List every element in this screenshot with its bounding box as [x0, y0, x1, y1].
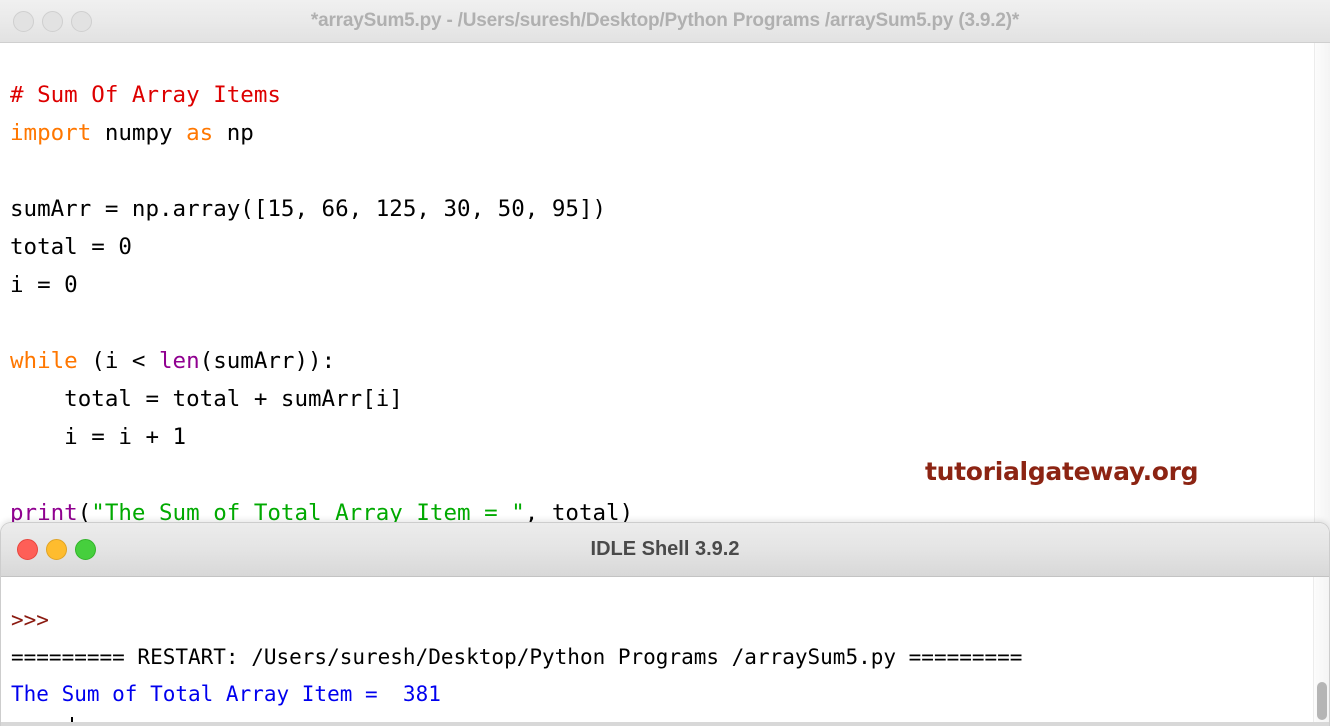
shell-bottom-strip	[1, 722, 1329, 726]
watermark-text: tutorialgateway.org	[925, 457, 1199, 486]
code-line: import numpy as np	[10, 114, 633, 152]
code-token-plain: (sumArr)):	[199, 347, 336, 374]
code-token-plain: total = 0	[10, 233, 132, 260]
code-token-plain: np	[213, 119, 254, 146]
shell-transcript[interactable]: >>> ========= RESTART: /Users/suresh/Des…	[11, 602, 1022, 726]
shell-token-prompt: >>>	[11, 608, 62, 632]
editor-code-area[interactable]: # Sum Of Array Items import numpy as np su…	[0, 43, 1330, 530]
code-line: total = total + sumArr[i]	[10, 380, 633, 418]
code-line: total = 0	[10, 228, 633, 266]
code-token-plain: sumArr = np.array([15, 66, 125, 30, 50, …	[10, 195, 607, 222]
idle-application: *arraySum5.py - /Users/suresh/Desktop/Py…	[0, 0, 1330, 726]
code-line: # Sum Of Array Items	[10, 76, 633, 114]
shell-window-title: IDLE Shell 3.9.2	[590, 538, 740, 560]
code-token-plain: i = 0	[10, 271, 78, 298]
shell-output-area[interactable]: >>> ========= RESTART: /Users/suresh/Des…	[1, 577, 1329, 726]
code-token-plain: (i <	[77, 347, 160, 374]
shell-token-restart: ========= RESTART: /Users/suresh/Desktop…	[11, 645, 1023, 669]
shell-vertical-scrollbar[interactable]	[1313, 577, 1329, 726]
code-token-plain: total = total + sumArr[i]	[10, 385, 403, 412]
editor-vertical-scrollbar[interactable]	[1314, 43, 1330, 530]
code-line: i = i + 1	[10, 418, 633, 456]
shell-line: The Sum of Total Array Item = 381	[11, 676, 1022, 713]
code-token-comment: # Sum Of Array Items	[10, 81, 281, 108]
code-line: i = 0	[10, 266, 633, 304]
editor-window: *arraySum5.py - /Users/suresh/Desktop/Py…	[0, 0, 1330, 530]
code-token-kw: as	[186, 119, 214, 146]
editor-window-title: *arraySum5.py - /Users/suresh/Desktop/Py…	[310, 10, 1020, 31]
code-token-builtin: len	[159, 347, 200, 374]
shell-line: >>>	[11, 602, 1022, 639]
source-code[interactable]: # Sum Of Array Items import numpy as np su…	[10, 76, 633, 531]
code-token-plain: i = i + 1	[10, 423, 187, 450]
code-line: sumArr = np.array([15, 66, 125, 30, 50, …	[10, 190, 633, 228]
code-token-kw: import	[10, 119, 92, 146]
code-line: while (i < len(sumArr)):	[10, 342, 633, 380]
shell-window: IDLE Shell 3.9.2 >>> ========= RESTART: …	[0, 522, 1330, 726]
editor-titlebar[interactable]: *arraySum5.py - /Users/suresh/Desktop/Py…	[0, 0, 1330, 43]
code-token-plain: numpy	[91, 119, 187, 146]
shell-titlebar[interactable]: IDLE Shell 3.9.2	[1, 523, 1329, 577]
shell-line: ========= RESTART: /Users/suresh/Desktop…	[11, 639, 1022, 676]
shell-token-out: The Sum of Total Array Item = 381	[11, 682, 441, 706]
code-token-kw: while	[10, 347, 78, 374]
shell-scrollbar-thumb[interactable]	[1317, 682, 1327, 720]
